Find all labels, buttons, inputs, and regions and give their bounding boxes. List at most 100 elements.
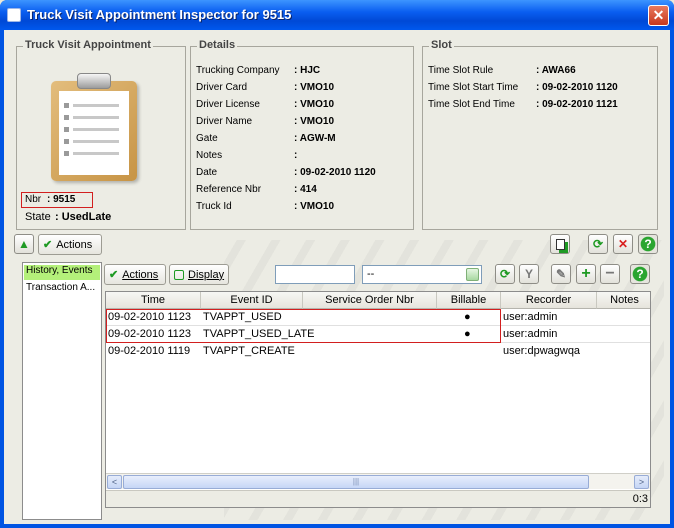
slot-end: Time Slot End Time : 09-02-2010 1121 — [428, 99, 618, 110]
panel-actions-label: Actions — [122, 268, 159, 281]
col-header-billable[interactable]: Billable — [437, 292, 501, 309]
cell-recorder: user:dpwagwqa — [503, 345, 581, 357]
rows-highlight — [106, 309, 501, 343]
actions-check-icon: ✔ — [43, 239, 53, 251]
refresh-button[interactable]: ⟳ — [588, 234, 608, 254]
detail-reference-nbr: Reference Nbr : 414 — [196, 184, 317, 195]
title-bar[interactable]: Truck Visit Appointment Inspector for 95… — [0, 0, 674, 30]
detail-value: : HJC — [294, 65, 321, 76]
scroll-right-button[interactable]: > — [634, 475, 649, 489]
help-button[interactable]: ? — [638, 234, 658, 254]
cell-recorder: user:admin — [503, 311, 558, 323]
detail-label: Notes — [196, 150, 223, 161]
nbr-value: : 9515 — [47, 194, 76, 205]
detail-driver-license: Driver License: VMO10 — [196, 99, 334, 110]
delete-button[interactable]: ✕ — [613, 234, 633, 254]
slot-legend: Slot — [429, 39, 454, 51]
detail-value: : — [294, 150, 298, 161]
details-group: Details Trucking Company : HJC Driver Car… — [190, 39, 414, 230]
slot-label: Time Slot Start Time — [428, 82, 519, 93]
nbr-label: Nbr — [25, 194, 42, 205]
scroll-left-button[interactable]: < — [107, 475, 122, 489]
detail-label: Driver Name — [196, 116, 253, 127]
detail-label: Driver Card — [196, 82, 248, 93]
detail-label: Driver License — [196, 99, 260, 110]
panel-actions-check-icon: ✔ — [109, 269, 119, 281]
select-arrow-icon[interactable] — [466, 268, 479, 281]
detail-value: : AGW-M — [294, 133, 336, 144]
col-header-time[interactable]: Time — [106, 292, 201, 309]
detail-label: Trucking Company — [196, 65, 280, 76]
add-button[interactable]: + — [576, 264, 596, 284]
state-label: State — [25, 211, 51, 223]
slot-value: : 09-02-2010 1121 — [536, 99, 618, 110]
nav-item-history-events[interactable]: History, Events — [24, 265, 100, 280]
cell-event-id: TVAPPT_CREATE — [203, 345, 295, 357]
table-footer: 0:3 — [106, 490, 650, 507]
panel-refresh-button[interactable]: ⟳ — [495, 264, 515, 284]
slot-rule: Time Slot Rule : AWA66 — [428, 65, 576, 76]
slot-start: Time Slot Start Time : 09-02-2010 1120 — [428, 82, 618, 93]
nav-item-transaction[interactable]: Transaction A... — [24, 282, 100, 297]
app-icon — [7, 8, 21, 22]
copy-button[interactable] — [550, 234, 570, 254]
nbr-field: Nbr : 9515 — [25, 194, 75, 205]
client-area: Truck Visit Appointment Nbr : 9515 State:… — [4, 30, 670, 524]
window-title: Truck Visit Appointment Inspector for 95… — [27, 7, 292, 22]
copy-icon — [555, 238, 565, 250]
close-button[interactable]: ✕ — [648, 5, 669, 26]
collapse-button[interactable]: ▲ — [14, 234, 34, 254]
scroll-thumb[interactable]: ||| — [123, 475, 589, 489]
col-header-notes[interactable]: Notes — [597, 292, 650, 309]
appointment-group: Truck Visit Appointment Nbr : 9515 State:… — [16, 39, 186, 230]
remove-button[interactable]: − — [600, 264, 620, 284]
detail-driver-name: Driver Name : VMO10 — [196, 116, 334, 127]
col-header-service-order[interactable]: Service Order Nbr — [303, 292, 437, 309]
filter-button[interactable]: Y — [519, 264, 539, 284]
nav-list: History, Events Transaction A... — [22, 262, 102, 520]
filter-select[interactable]: -- — [362, 265, 482, 284]
cell-time: 09-02-2010 1119 — [108, 345, 191, 357]
slot-label: Time Slot End Time — [428, 99, 515, 110]
col-header-event-id[interactable]: Event ID — [201, 292, 303, 309]
appointment-legend: Truck Visit Appointment — [23, 39, 153, 51]
table-row[interactable]: 09-02-2010 1119 TVAPPT_CREATE user:dpwag… — [106, 343, 650, 359]
col-header-recorder[interactable]: Recorder — [501, 292, 597, 309]
row-count: 0:3 — [632, 493, 648, 505]
clipboard-icon — [51, 73, 137, 181]
detail-label: Reference Nbr — [196, 184, 262, 195]
detail-value: : VMO10 — [294, 201, 335, 212]
detail-notes: Notes: — [196, 150, 297, 161]
detail-driver-card: Driver Card : VMO10 — [196, 82, 334, 93]
detail-value: : 09-02-2010 1120 — [294, 167, 376, 178]
slot-value: : 09-02-2010 1120 — [536, 82, 618, 93]
detail-truck-id: Truck Id : VMO10 — [196, 201, 334, 212]
actions-button[interactable]: ✔ Actions — [38, 234, 102, 255]
state-value: : UsedLate — [55, 211, 112, 223]
detail-value: : VMO10 — [294, 116, 335, 127]
state-field: State : UsedLate — [25, 211, 111, 223]
details-legend: Details — [197, 39, 238, 51]
app-window: Truck Visit Appointment Inspector for 95… — [0, 0, 674, 528]
display-button[interactable]: Display — [169, 264, 229, 285]
display-button-label: Display — [188, 268, 225, 281]
actions-button-label: Actions — [56, 238, 93, 251]
display-icon — [174, 269, 184, 280]
edit-button[interactable]: ✎ — [551, 264, 571, 284]
detail-value: : 414 — [294, 184, 317, 195]
detail-label: Date — [196, 167, 218, 178]
panel-help-button[interactable]: ? — [630, 264, 650, 284]
panel-actions-button[interactable]: ✔ Actions — [104, 264, 166, 285]
slot-label: Time Slot Rule — [428, 65, 494, 76]
detail-gate: Gate: AGW-M — [196, 133, 336, 144]
detail-trucking-company: Trucking Company : HJC — [196, 65, 320, 76]
events-table: Time Event ID Service Order Nbr Billable… — [105, 291, 651, 508]
filter-input[interactable] — [275, 265, 355, 284]
slot-group: Slot Time Slot Rule : AWA66 Time Slot Sta… — [422, 39, 658, 230]
slot-value: : AWA66 — [536, 65, 576, 76]
detail-value: : VMO10 — [294, 82, 335, 93]
horizontal-scrollbar[interactable]: < ||| > — [106, 473, 650, 489]
filter-select-value: -- — [367, 268, 375, 280]
detail-label: Truck Id — [196, 201, 232, 212]
cell-recorder: user:admin — [503, 328, 558, 340]
